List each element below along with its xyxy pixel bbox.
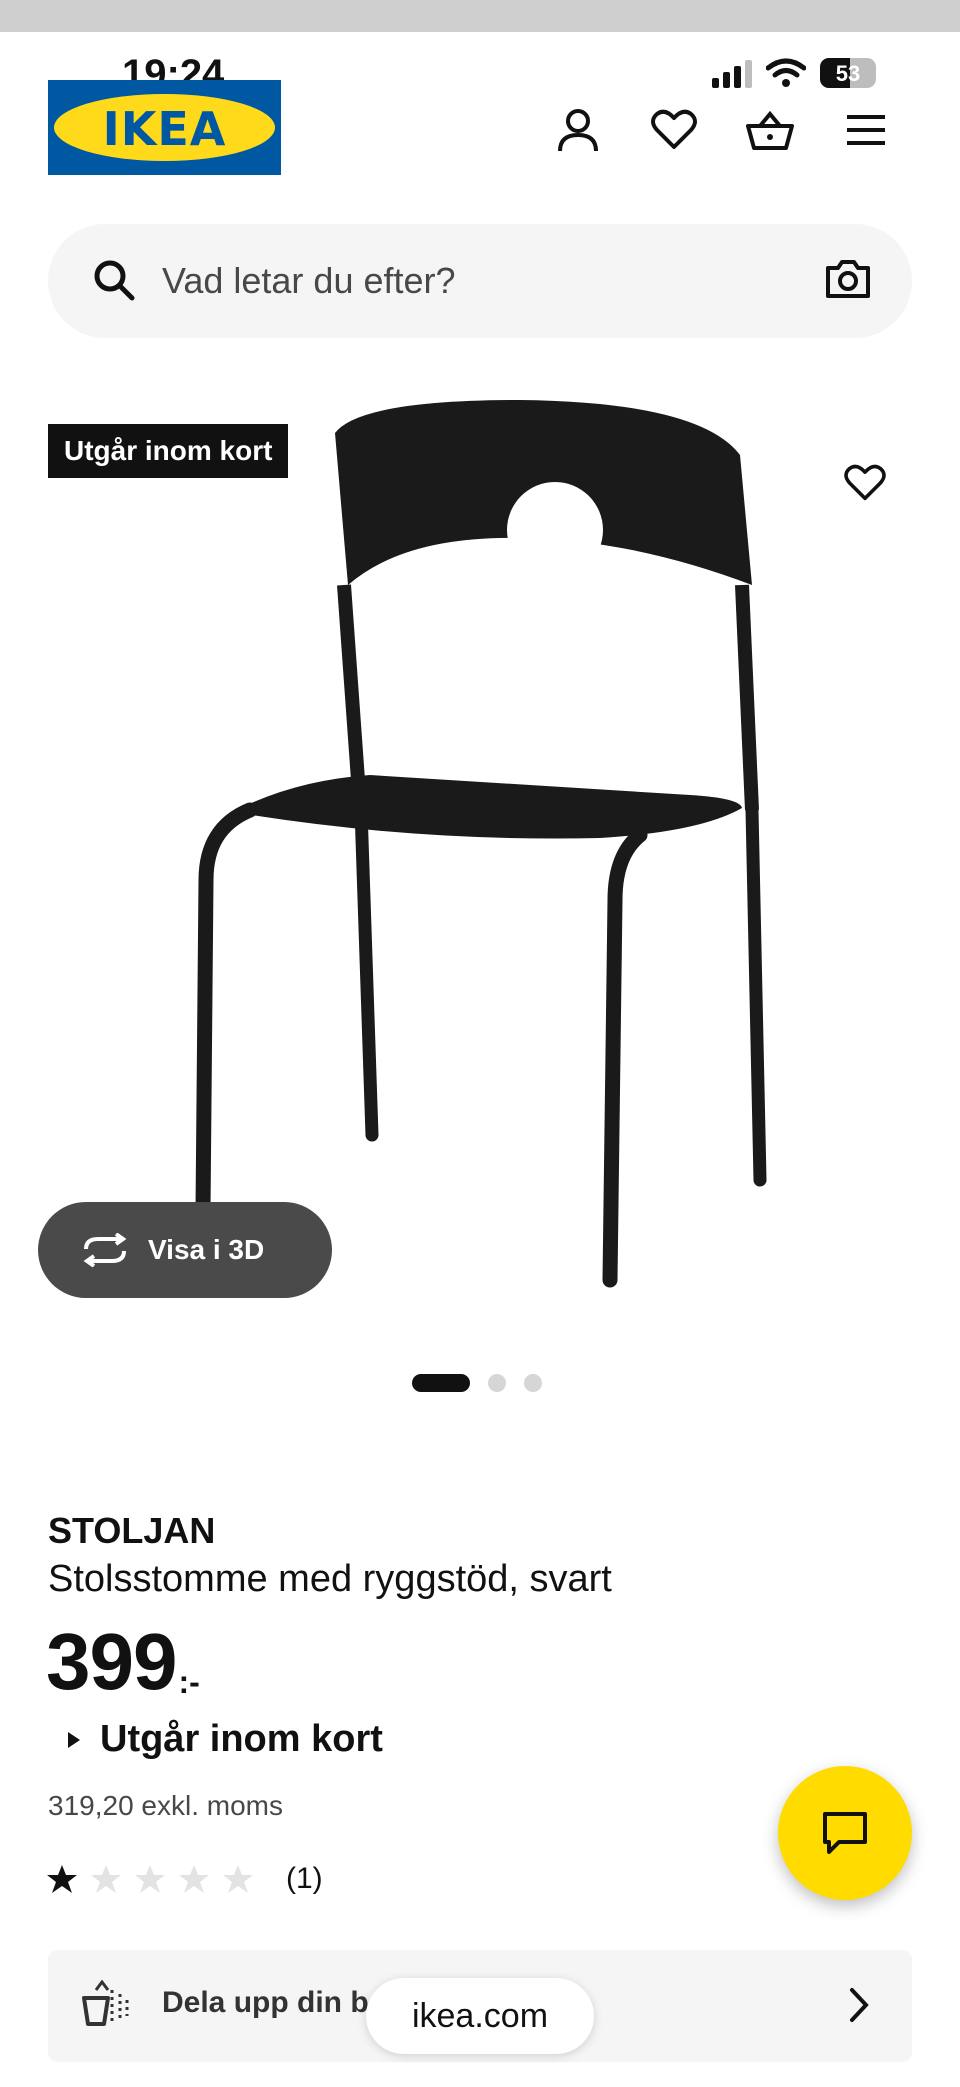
- carousel-dot[interactable]: [412, 1374, 470, 1392]
- heart-icon[interactable]: [648, 104, 700, 156]
- camera-icon[interactable]: [824, 256, 872, 300]
- carousel-dot[interactable]: [524, 1374, 542, 1392]
- view-in-3d-button[interactable]: Visa i 3D: [38, 1202, 332, 1298]
- chat-icon: [823, 1812, 867, 1854]
- chevron-right-icon: [850, 1988, 869, 2022]
- product-name: STOLJAN: [48, 1510, 216, 1551]
- battery-percent: 53: [835, 61, 861, 86]
- search-icon: [94, 260, 135, 301]
- heart-icon: [844, 464, 886, 501]
- star-icon: [91, 1865, 121, 1893]
- product-description: Stolsstomme med ryggstöd, svart: [48, 1558, 612, 1600]
- star-icon: [179, 1865, 209, 1893]
- review-count: (1): [286, 1862, 323, 1895]
- browser-url-pill[interactable]: ikea.com: [366, 1978, 594, 2054]
- signal-icon: [712, 58, 752, 88]
- split-payment-icon: [82, 1980, 129, 2026]
- product-image-chair[interactable]: [0, 380, 960, 1340]
- logo-wordmark: IKEA: [102, 102, 227, 156]
- chat-button[interactable]: [778, 1766, 912, 1900]
- availability-toggle[interactable]: Utgår inom kort: [68, 1718, 383, 1761]
- price-value: 399: [46, 1617, 177, 1706]
- wifi-icon: [766, 58, 806, 87]
- battery-icon: 53: [820, 58, 876, 88]
- price-suffix: :-: [178, 1664, 200, 1700]
- add-to-favourites-button[interactable]: [826, 444, 904, 522]
- browser-top-bar: [0, 0, 960, 32]
- rotate-3d-icon: [83, 1233, 127, 1267]
- view-in-3d-label: Visa i 3D: [148, 1234, 265, 1265]
- basket-icon[interactable]: [744, 104, 796, 156]
- ikea-logo[interactable]: IKEA: [48, 80, 281, 175]
- search-placeholder: Vad letar du efter?: [162, 260, 456, 301]
- header-icons: [552, 104, 892, 156]
- star-icon: [47, 1865, 77, 1893]
- search-bar[interactable]: Vad letar du efter?: [48, 224, 912, 338]
- carousel-dots: [412, 1374, 542, 1392]
- carousel-dot[interactable]: [488, 1374, 506, 1392]
- product-rating[interactable]: (1): [46, 1862, 323, 1896]
- status-badge: Utgår inom kort: [48, 424, 289, 478]
- menu-icon[interactable]: [840, 104, 892, 156]
- payment-split-text: Dela upp din b: [162, 1986, 369, 2019]
- rating-stars: [46, 1863, 254, 1895]
- price-excl-vat: 319,20 exkl. moms: [48, 1790, 283, 1821]
- expand-triangle-icon: [68, 1731, 80, 1748]
- profile-icon[interactable]: [552, 104, 604, 156]
- star-icon: [135, 1865, 165, 1893]
- availability-label: Utgår inom kort: [100, 1718, 383, 1760]
- status-icons: 53: [712, 58, 876, 88]
- star-icon: [223, 1865, 253, 1893]
- product-price: 399 :-: [46, 1622, 200, 1702]
